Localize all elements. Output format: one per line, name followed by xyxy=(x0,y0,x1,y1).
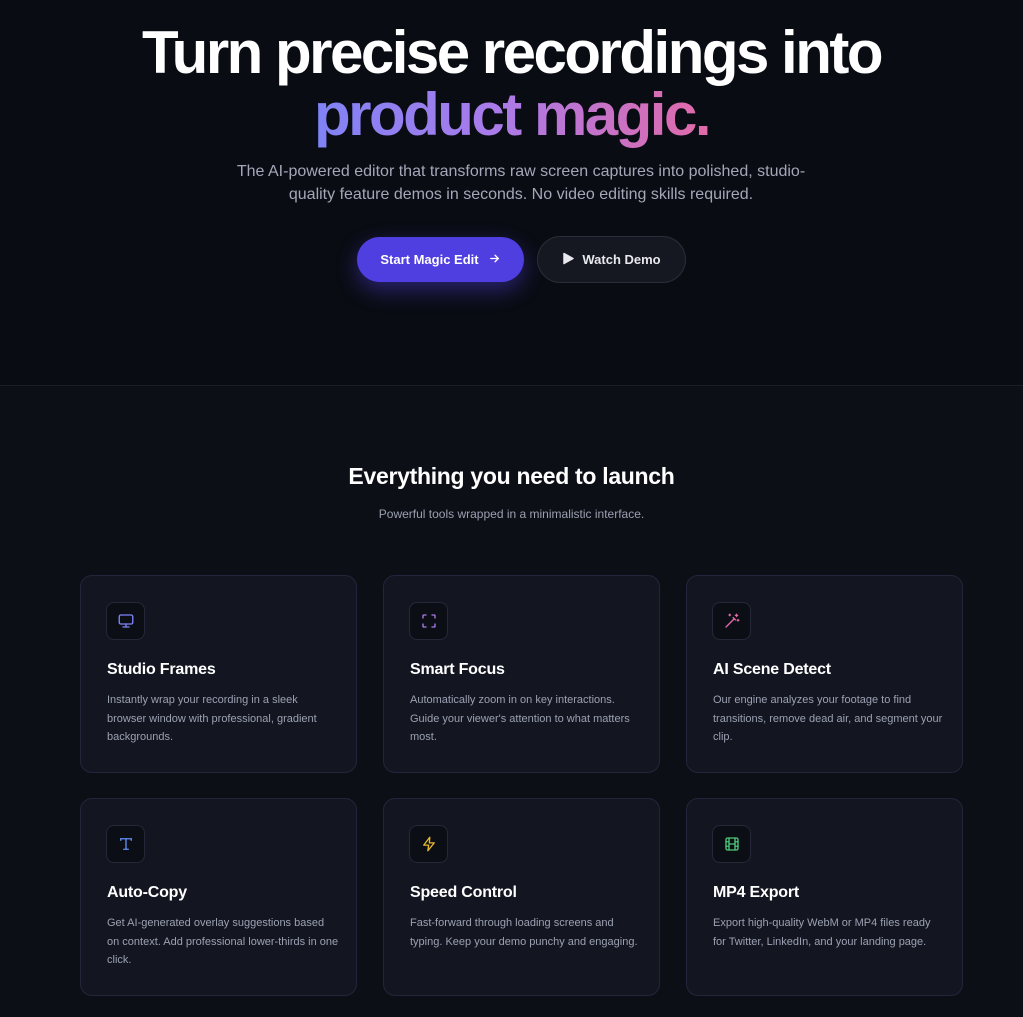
film-icon xyxy=(712,825,751,863)
hero-subtitle: The AI-powered editor that transforms ra… xyxy=(236,163,806,203)
start-magic-edit-button[interactable]: Start Magic Edit xyxy=(357,237,524,282)
focus-icon xyxy=(409,602,448,640)
arrow-right-icon xyxy=(488,252,501,268)
hero-title: Turn precise recordings into xyxy=(141,19,884,86)
start-magic-edit-label: Start Magic Edit xyxy=(380,252,479,267)
magic-wand-icon xyxy=(712,602,751,640)
monitor-icon xyxy=(106,602,145,640)
feature-card-description: Automatically zoom in on key interaction… xyxy=(410,694,630,743)
feature-card-auto-copy: Auto-Copy Get AI-generated overlay sugge… xyxy=(80,798,357,996)
play-icon xyxy=(562,252,575,268)
feature-card-description: Export high-quality WebM or MP4 files re… xyxy=(713,917,931,948)
feature-card-title: AI Scene Detect xyxy=(713,661,831,678)
features-section: Everything you need to launch Powerful t… xyxy=(0,387,1023,1017)
feature-card-title: Smart Focus xyxy=(410,661,505,678)
lightning-icon xyxy=(409,825,448,863)
feature-card-ai-scene-detect: AI Scene Detect Our engine analyzes your… xyxy=(686,575,963,773)
feature-card-title: Auto-Copy xyxy=(107,884,187,901)
features-title: Everything you need to launch xyxy=(348,463,675,489)
features-subtitle: Powerful tools wrapped in a minimalistic… xyxy=(378,507,645,521)
feature-card-description: Instantly wrap your recording in a sleek… xyxy=(107,694,317,743)
feature-card-speed-control: Speed Control Fast-forward through loadi… xyxy=(383,798,660,996)
hero-title-accent: product magic. xyxy=(0,84,1023,146)
feature-card-mp4-export: MP4 Export Export high-quality WebM or M… xyxy=(686,798,963,996)
feature-card-title: Speed Control xyxy=(410,884,517,901)
feature-card-smart-focus: Smart Focus Automatically zoom in on key… xyxy=(383,575,660,773)
feature-card-studio-frames: Studio Frames Instantly wrap your record… xyxy=(80,575,357,773)
watch-demo-button[interactable]: Watch Demo xyxy=(537,236,686,283)
watch-demo-label: Watch Demo xyxy=(582,252,661,267)
feature-card-description: Fast-forward through loading screens and… xyxy=(410,917,638,948)
feature-card-title: Studio Frames xyxy=(107,661,216,678)
hero-section: Turn precise recordings into product mag… xyxy=(0,0,1023,386)
text-icon xyxy=(106,825,145,863)
hero-title-gradient-text: product magic. xyxy=(313,81,712,148)
feature-card-title: MP4 Export xyxy=(713,884,800,901)
feature-card-description: Our engine analyzes your footage to find… xyxy=(713,694,943,743)
feature-card-description: Get AI-generated overlay suggestions bas… xyxy=(107,917,339,966)
